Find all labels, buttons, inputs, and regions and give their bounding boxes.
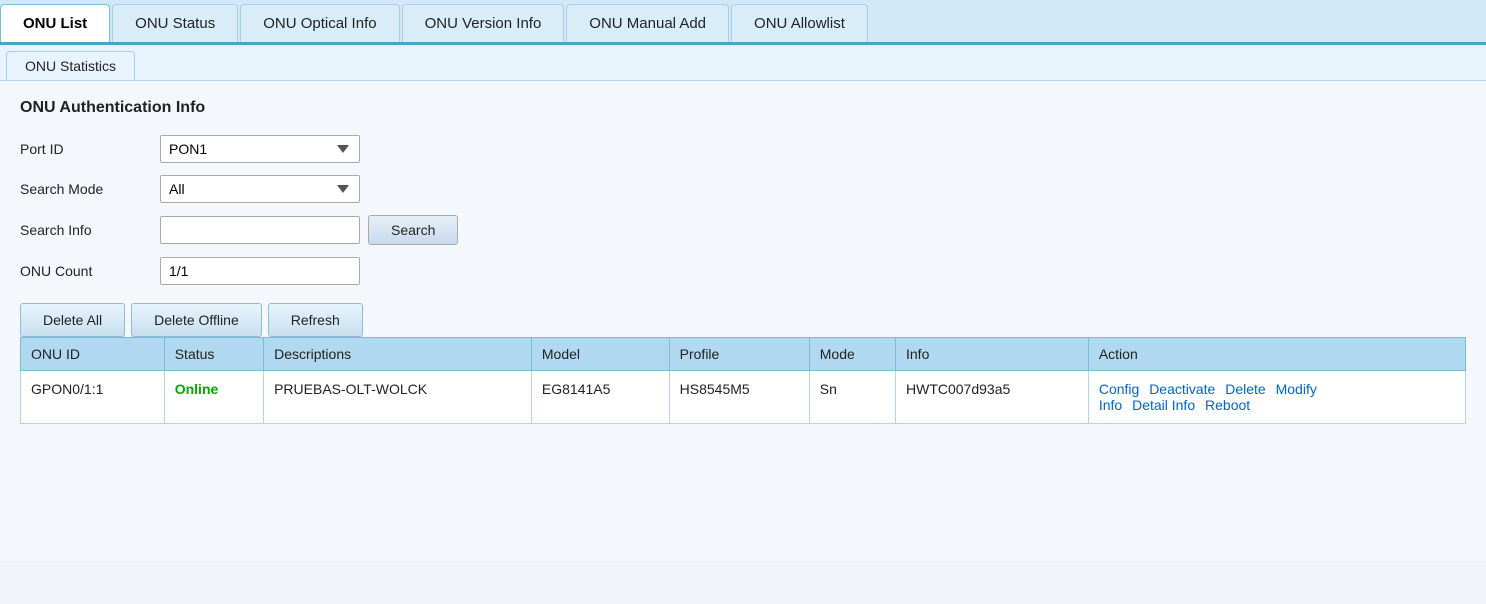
cell-model: EG8141A5 — [531, 371, 669, 424]
sub-tab-bar: ONU Statistics — [0, 45, 1486, 81]
main-content: ONU Authentication Info Port ID PON1 PON… — [0, 81, 1486, 561]
tab-onu-optical-info[interactable]: ONU Optical Info — [240, 4, 399, 42]
tab-onu-statistics[interactable]: ONU Statistics — [6, 51, 135, 80]
action-delete-link[interactable]: Delete — [1225, 381, 1265, 397]
cell-mode: Sn — [809, 371, 895, 424]
col-status: Status — [164, 338, 263, 371]
cell-profile: HS8545M5 — [669, 371, 809, 424]
cell-onu-id: GPON0/1:1 — [21, 371, 165, 424]
search-info-label: Search Info — [20, 222, 160, 238]
cell-descriptions: PRUEBAS-OLT-WOLCK — [264, 371, 532, 424]
auth-form: Port ID PON1 PON2 PON3 PON4 Search Mode … — [20, 135, 1466, 285]
action-detail-info-link[interactable]: Detail Info — [1132, 397, 1195, 413]
action-config-link[interactable]: Config — [1099, 381, 1139, 397]
search-mode-label: Search Mode — [20, 181, 160, 197]
status-online-badge: Online — [175, 381, 219, 397]
onu-table: ONU ID Status Descriptions Model Profile… — [20, 337, 1466, 424]
refresh-button[interactable]: Refresh — [268, 303, 363, 337]
action-reboot-link[interactable]: Reboot — [1205, 397, 1250, 413]
col-onu-id: ONU ID — [21, 338, 165, 371]
top-tab-bar: ONU List ONU Status ONU Optical Info ONU… — [0, 0, 1486, 45]
action-info-link[interactable]: Info — [1099, 397, 1122, 413]
table-header-row: ONU ID Status Descriptions Model Profile… — [21, 338, 1466, 371]
onu-count-input — [160, 257, 360, 285]
cell-info: HWTC007d93a5 — [896, 371, 1089, 424]
col-descriptions: Descriptions — [264, 338, 532, 371]
search-mode-select[interactable]: All ONU ID Mac SN — [160, 175, 360, 203]
section-title: ONU Authentication Info — [20, 99, 1466, 117]
col-profile: Profile — [669, 338, 809, 371]
action-deactivate-link[interactable]: Deactivate — [1149, 381, 1215, 397]
action-modify-link[interactable]: Modify — [1276, 381, 1317, 397]
search-info-input[interactable] — [160, 216, 360, 244]
cell-status: Online — [164, 371, 263, 424]
tab-onu-allowlist[interactable]: ONU Allowlist — [731, 4, 868, 42]
onu-count-label: ONU Count — [20, 263, 160, 279]
port-id-label: Port ID — [20, 141, 160, 157]
search-button[interactable]: Search — [368, 215, 458, 245]
delete-all-button[interactable]: Delete All — [20, 303, 125, 337]
col-model: Model — [531, 338, 669, 371]
search-info-row: Search — [160, 215, 460, 245]
search-mode-select-wrapper: All ONU ID Mac SN — [160, 175, 460, 203]
tab-onu-version-info[interactable]: ONU Version Info — [402, 4, 565, 42]
port-id-select[interactable]: PON1 PON2 PON3 PON4 — [160, 135, 360, 163]
port-id-select-wrapper: PON1 PON2 PON3 PON4 — [160, 135, 460, 163]
col-action: Action — [1088, 338, 1465, 371]
tab-onu-list[interactable]: ONU List — [0, 4, 110, 42]
tab-onu-status[interactable]: ONU Status — [112, 4, 238, 42]
delete-offline-button[interactable]: Delete Offline — [131, 303, 262, 337]
tab-onu-manual-add[interactable]: ONU Manual Add — [566, 4, 729, 42]
col-info: Info — [896, 338, 1089, 371]
cell-action: Config Deactivate Delete Modify Info Det… — [1088, 371, 1465, 424]
table-row: GPON0/1:1 Online PRUEBAS-OLT-WOLCK EG814… — [21, 371, 1466, 424]
action-buttons-row: Delete All Delete Offline Refresh — [20, 303, 1466, 337]
col-mode: Mode — [809, 338, 895, 371]
